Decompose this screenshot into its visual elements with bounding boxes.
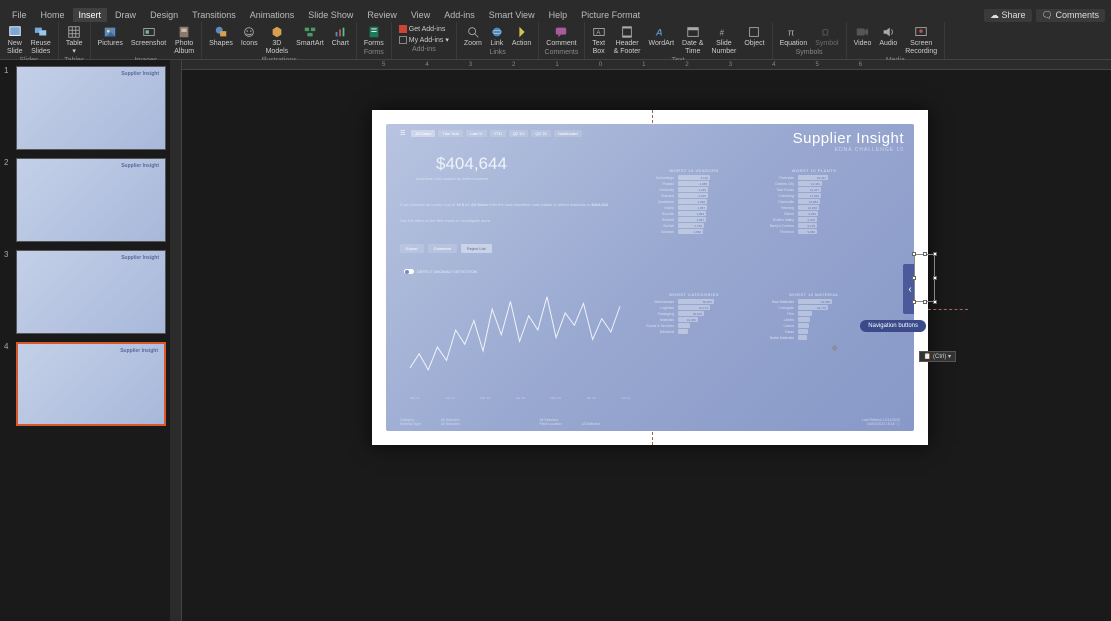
store-icon — [399, 25, 407, 33]
screen-recording-button[interactable]: ScreenRecording — [902, 24, 940, 56]
pictures-button[interactable]: Pictures — [95, 24, 126, 48]
my-addins-button[interactable]: My Add-ins ▾ — [396, 35, 452, 45]
comment-button[interactable]: Comment — [543, 24, 579, 48]
filter-this-year[interactable]: This Year — [438, 130, 463, 137]
tab-insert[interactable]: Insert — [73, 8, 108, 22]
headline-caption: downtime cost caused by defect material — [416, 176, 488, 182]
chart-button[interactable]: Chart — [329, 24, 352, 48]
equation-button[interactable]: πEquation — [777, 24, 811, 48]
symbol-button[interactable]: ΩSymbol — [812, 24, 841, 48]
slide-number-button[interactable]: #SlideNumber — [708, 24, 739, 56]
header-footer-button[interactable]: Header& Footer — [611, 24, 644, 56]
photo-album-button[interactable]: PhotoAlbum — [171, 24, 197, 56]
tab-transitions[interactable]: Transitions — [186, 8, 242, 22]
vertical-ruler — [170, 60, 182, 621]
tab-slideshow[interactable]: Slide Show — [302, 8, 359, 22]
toggle-icon — [404, 269, 414, 274]
ribbon: NewSlide ReuseSlides Slides Table▾ Table… — [0, 22, 1111, 60]
filter-dashboard[interactable]: Dashboard — [554, 130, 582, 137]
thumbnail-2[interactable]: Supplier Insight — [16, 158, 166, 242]
smartart-button[interactable]: SmartArt — [293, 24, 327, 48]
svg-text:Ω: Ω — [822, 28, 829, 39]
slide-thumbnails: 1Supplier Insight 2Supplier Insight 3Sup… — [0, 60, 170, 621]
new-slide-button[interactable]: NewSlide — [4, 24, 26, 56]
smart-guide — [928, 309, 968, 310]
worst-vendors-panel: WORST 10 VENDORS Solholdings2,140Plustax… — [644, 168, 744, 235]
dashboard-title: Supplier Insight — [793, 130, 904, 147]
svg-text:A: A — [655, 28, 663, 39]
filter-last-year[interactable]: Last Yr — [466, 130, 487, 137]
thumbnail-3[interactable]: Supplier Insight — [16, 250, 166, 334]
forms-button[interactable]: Forms — [361, 24, 387, 48]
reject-list-button[interactable]: Reject List — [461, 244, 492, 253]
svg-text:#: # — [720, 29, 725, 38]
tab-help[interactable]: Help — [543, 8, 574, 22]
date-filters: ☰ All Dates This Year Last Yr YTD Q2 '21… — [400, 130, 582, 137]
get-addins-button[interactable]: Get Add-ins — [396, 24, 452, 34]
audio-button[interactable]: Audio — [876, 24, 900, 48]
filter-q2[interactable]: Q2 '21 — [509, 130, 529, 137]
thumbnail-4[interactable]: Supplier Insight — [16, 342, 166, 426]
tab-animations[interactable]: Animations — [244, 8, 301, 22]
tab-smartview[interactable]: Smart View — [483, 8, 541, 22]
comment-dash-button[interactable]: Comment — [428, 244, 457, 253]
narrative-text: If we estimate an hourly cost of 15 $ fo… — [400, 202, 608, 208]
table-button[interactable]: Table▾ — [63, 24, 86, 56]
tab-file[interactable]: File — [6, 8, 33, 22]
screenshot-button[interactable]: Screenshot — [128, 24, 169, 48]
thumbnail-1[interactable]: Supplier Insight — [16, 66, 166, 150]
worst-materials-panel: WORST 10 MATERIAL Raw Materials61,089Cor… — [764, 292, 864, 341]
tab-home[interactable]: Home — [35, 8, 71, 22]
nav-tab[interactable]: ‹ — [903, 264, 914, 314]
dashboard-footer: CategoryMaterial Type All SelectedAll Se… — [400, 418, 900, 427]
worst-plants-panel: WORST 10 PLANTS Riverside18,491Charles C… — [764, 168, 864, 235]
tab-bar: File Home Insert Draw Design Transitions… — [0, 8, 1111, 22]
reuse-slides-button[interactable]: ReuseSlides — [28, 24, 54, 56]
paste-options-button[interactable]: 📋 (Ctrl) ▾ — [919, 351, 956, 362]
filter-all-dates[interactable]: All Dates — [411, 130, 435, 137]
action-button[interactable]: Action — [509, 24, 534, 48]
headline-number: $404,644 — [436, 154, 507, 174]
move-cursor-icon: ✥ — [831, 344, 838, 353]
filter-q3[interactable]: Q3 '21 — [531, 130, 551, 137]
tab-design[interactable]: Design — [144, 8, 184, 22]
tab-addins[interactable]: Add-ins — [438, 8, 481, 22]
filter-ytd[interactable]: YTD — [490, 130, 506, 137]
link-button[interactable]: Link — [487, 24, 507, 48]
3d-models-button[interactable]: 3DModels — [263, 24, 292, 56]
svg-text:π: π — [788, 28, 795, 39]
icons-button[interactable]: Icons — [238, 24, 261, 48]
anomaly-toggle[interactable]: DEFECT ANOMALY DETECTION — [404, 269, 477, 274]
object-button[interactable]: Object — [741, 24, 767, 48]
horizontal-ruler: 543210123456 — [182, 60, 1111, 70]
selection-box[interactable] — [914, 254, 935, 302]
date-time-button[interactable]: Date &Time — [679, 24, 706, 56]
slide-content[interactable]: ☰ All Dates This Year Last Yr YTD Q2 '21… — [372, 110, 928, 445]
dashboard-subtitle: EDNA CHALLENGE 10 — [793, 147, 904, 153]
tab-view[interactable]: View — [405, 8, 436, 22]
comments-button[interactable]: 🗨 Comments — [1036, 9, 1105, 22]
slide-canvas[interactable]: 543210123456 ☰ All Dates This Year Last … — [182, 60, 1111, 621]
addins-icon — [399, 36, 407, 44]
share-button[interactable]: ☁ Share — [984, 9, 1032, 22]
zoom-button[interactable]: Zoom — [461, 24, 485, 48]
tab-draw[interactable]: Draw — [109, 8, 142, 22]
export-button[interactable]: Export — [400, 244, 424, 253]
text-box-button[interactable]: ATextBox — [589, 24, 609, 56]
anomaly-chart: Jan '21Feb '21Mar '21Apr '21May '21Jun '… — [400, 282, 630, 392]
wordart-button[interactable]: AWordArt — [645, 24, 677, 48]
video-button[interactable]: Video — [851, 24, 875, 48]
tab-picture-format[interactable]: Picture Format — [575, 8, 646, 22]
shapes-button[interactable]: Shapes — [206, 24, 236, 48]
navigation-callout[interactable]: Navigation buttons — [860, 320, 926, 332]
narrative-hint: Use the filters in the filter menu to in… — [400, 218, 490, 223]
worst-categories-panel: WORST CATEGORIES Mechanicals50,997Logist… — [644, 292, 744, 335]
tab-review[interactable]: Review — [361, 8, 403, 22]
